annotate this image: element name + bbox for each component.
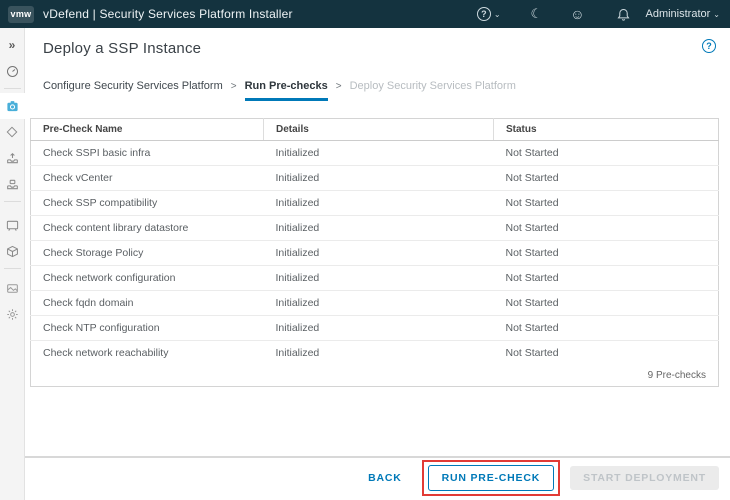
cell-name: Check network configuration	[31, 266, 264, 291]
table-row[interactable]: Check fqdn domain Initialized Not Starte…	[31, 291, 719, 316]
sidebar-divider	[4, 268, 21, 269]
cell-details: Initialized	[264, 341, 494, 366]
upgrade-icon[interactable]	[0, 145, 25, 171]
help-icon[interactable]: ? ⌄	[477, 7, 501, 21]
start-deployment-button[interactable]: START DEPLOYMENT	[570, 466, 719, 490]
table-row[interactable]: Check network configuration Initialized …	[31, 266, 719, 291]
cell-status: Not Started	[494, 341, 719, 366]
page-help-icon[interactable]: ?	[702, 39, 716, 53]
gallery-icon[interactable]	[0, 275, 25, 301]
chevron-right-icon: >	[231, 81, 237, 92]
app-header: vmw vDefend | Security Services Platform…	[0, 0, 730, 28]
cell-name: Check SSP compatibility	[31, 191, 264, 216]
cell-details: Initialized	[264, 191, 494, 216]
table-row[interactable]: Check SSPI basic infra Initialized Not S…	[31, 141, 719, 166]
theme-moon-icon[interactable]: ☾	[531, 6, 543, 22]
wizard-actions: BACK RUN PRE-CHECK START DEPLOYMENT	[358, 460, 719, 496]
cell-name: Check NTP configuration	[31, 316, 264, 341]
col-precheck-name: Pre-Check Name	[31, 119, 264, 141]
table-row[interactable]: Check SSP compatibility Initialized Not …	[31, 191, 719, 216]
table-row[interactable]: Check vCenter Initialized Not Started	[31, 166, 719, 191]
sidebar-item-deploy-instance[interactable]	[0, 93, 25, 119]
wizard-steps: Configure Security Services Platform > R…	[43, 80, 712, 101]
table-row[interactable]: Check content library datastore Initiali…	[31, 216, 719, 241]
cell-status: Not Started	[494, 166, 719, 191]
vmware-logo: vmw	[8, 6, 34, 23]
chevron-down-icon: ⌄	[713, 10, 720, 19]
feedback-smiley-icon[interactable]: ☺	[570, 6, 584, 22]
dashboard-icon[interactable]	[0, 58, 25, 84]
cell-status: Not Started	[494, 291, 719, 316]
table-row[interactable]: Check Storage Policy Initialized Not Sta…	[31, 241, 719, 266]
compass-icon[interactable]	[0, 119, 25, 145]
user-menu[interactable]: Administrator	[646, 8, 711, 20]
back-button[interactable]: BACK	[358, 466, 412, 490]
cell-details: Initialized	[264, 316, 494, 341]
appliance-icon[interactable]	[0, 171, 25, 197]
step-configure-ssp[interactable]: Configure Security Services Platform	[43, 80, 223, 92]
chevron-right-icon: >	[336, 81, 342, 92]
cell-name: Check Storage Policy	[31, 241, 264, 266]
app-title: vDefend | Security Services Platform Ins…	[43, 7, 293, 21]
annotation-highlight-box: RUN PRE-CHECK	[422, 460, 561, 496]
footer-divider	[25, 456, 730, 458]
cell-details: Initialized	[264, 241, 494, 266]
chevron-down-icon: ⌄	[494, 10, 501, 19]
cell-name: Check SSPI basic infra	[31, 141, 264, 166]
step-deploy-ssp: Deploy Security Services Platform	[350, 80, 516, 92]
page-title: Deploy a SSP Instance	[43, 40, 712, 57]
table-footer-row: 9 Pre-checks	[31, 365, 719, 387]
col-details: Details	[264, 119, 494, 141]
cell-status: Not Started	[494, 216, 719, 241]
cell-status: Not Started	[494, 241, 719, 266]
cell-name: Check vCenter	[31, 166, 264, 191]
sidebar: »	[0, 28, 25, 500]
table-header-row: Pre-Check Name Details Status	[31, 119, 719, 141]
precheck-table: Pre-Check Name Details Status Check SSPI…	[30, 118, 719, 387]
table-row[interactable]: Check network reachability Initialized N…	[31, 341, 719, 366]
cell-status: Not Started	[494, 316, 719, 341]
sidebar-divider	[4, 88, 21, 89]
cell-name: Check fqdn domain	[31, 291, 264, 316]
package-icon[interactable]	[0, 238, 25, 264]
table-row[interactable]: Check NTP configuration Initialized Not …	[31, 316, 719, 341]
run-precheck-button[interactable]: RUN PRE-CHECK	[428, 465, 555, 491]
cell-details: Initialized	[264, 291, 494, 316]
row-count: 9 Pre-checks	[31, 365, 719, 387]
cell-status: Not Started	[494, 191, 719, 216]
cell-details: Initialized	[264, 216, 494, 241]
cell-name: Check network reachability	[31, 341, 264, 366]
cell-details: Initialized	[264, 141, 494, 166]
console-icon[interactable]	[0, 212, 25, 238]
cell-details: Initialized	[264, 166, 494, 191]
question-mark-icon: ?	[477, 7, 491, 21]
sidebar-divider	[4, 201, 21, 202]
cell-status: Not Started	[494, 266, 719, 291]
main-content: Deploy a SSP Instance ? Configure Securi…	[25, 28, 730, 500]
step-run-prechecks[interactable]: Run Pre-checks	[245, 80, 328, 101]
cell-name: Check content library datastore	[31, 216, 264, 241]
cell-status: Not Started	[494, 141, 719, 166]
expand-icon[interactable]: »	[0, 32, 25, 58]
col-status: Status	[494, 119, 719, 141]
cell-details: Initialized	[264, 266, 494, 291]
settings-icon[interactable]	[0, 301, 25, 327]
notifications-bell-icon[interactable]	[617, 8, 630, 21]
